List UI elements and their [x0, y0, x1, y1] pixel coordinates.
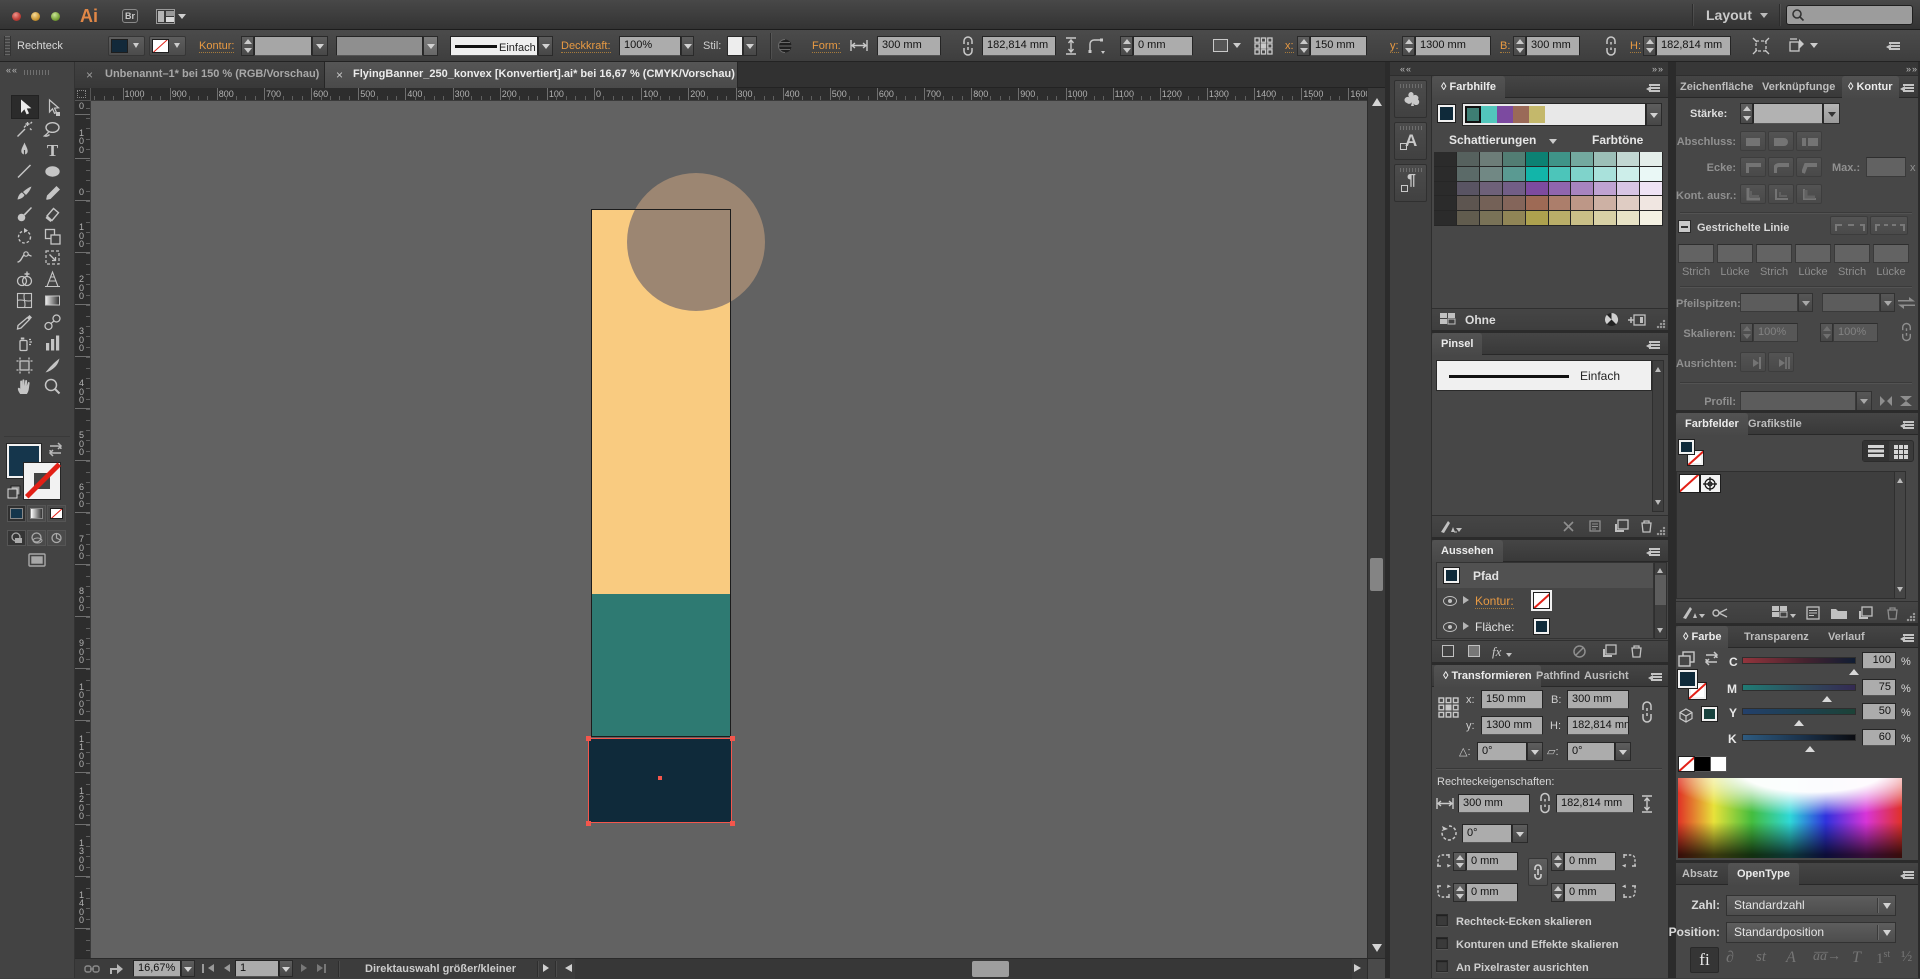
- svg-text:T: T: [46, 141, 58, 160]
